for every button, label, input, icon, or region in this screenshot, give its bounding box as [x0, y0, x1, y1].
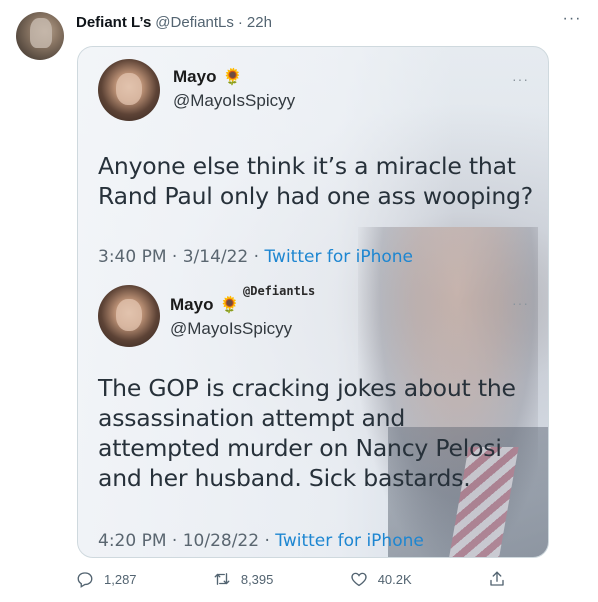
quoted-time-1: 3:40 PM · 3/14/22 ·: [98, 247, 265, 267]
like-button[interactable]: 40.2K: [350, 570, 412, 588]
quoted-avatar-1: [98, 59, 160, 121]
quoted-meta-2: 4:20 PM · 10/28/22 · Twitter for iPhone: [98, 531, 424, 551]
quoted-name-1: Mayo 🌻: [173, 67, 242, 87]
retweet-button[interactable]: 8,395: [213, 570, 274, 588]
author-avatar[interactable]: [16, 12, 64, 60]
tweet-actions: 1,287 8,395 40.2K: [76, 568, 506, 590]
quoted-more-icon-2: ···: [512, 295, 529, 311]
share-icon: [490, 571, 504, 586]
like-count: 40.2K: [377, 571, 412, 587]
share-button[interactable]: [488, 570, 506, 588]
reply-button[interactable]: 1,287: [76, 570, 137, 588]
tweet[interactable]: Defiant L’s @DefiantLs · 22h ··· Mayo 🌻 …: [0, 0, 598, 602]
tweet-image[interactable]: Mayo 🌻 @MayoIsSpicyy ··· Anyone else thi…: [77, 46, 549, 558]
reply-count: 1,287: [104, 571, 137, 587]
sunflower-icon: 🌻: [219, 297, 240, 314]
reply-icon: [77, 572, 93, 588]
quoted-source-2: Twitter for iPhone: [275, 531, 424, 551]
quoted-source-1: Twitter for iPhone: [264, 247, 414, 267]
sunflower-icon: 🌻: [222, 69, 243, 86]
quoted-text-2: The GOP is cracking jokes about the assa…: [98, 374, 516, 492]
tweet-timestamp[interactable]: 22h: [247, 14, 272, 31]
more-icon[interactable]: ···: [562, 11, 582, 32]
quoted-name-text-2: Mayo: [170, 295, 214, 314]
quoted-meta-1: 3:40 PM · 3/14/22 · Twitter for iPhone: [98, 247, 413, 267]
heart-icon: [351, 572, 367, 587]
quoted-avatar-2: [98, 285, 160, 347]
quoted-handle-1: @MayoIsSpicyy: [173, 91, 296, 110]
retweet-count: 8,395: [240, 571, 274, 587]
author-handle[interactable]: @DefiantLs: [155, 14, 234, 31]
separator-dot: ·: [237, 13, 243, 31]
quoted-handle-2: @MayoIsSpicyy: [170, 319, 293, 338]
quoted-name-text-1: Mayo: [173, 67, 217, 86]
author-name[interactable]: Defiant L’s: [76, 14, 151, 31]
quoted-name-2: Mayo 🌻: [170, 295, 239, 315]
quoted-more-icon-1: ···: [512, 71, 529, 87]
quoted-time-2: 4:20 PM · 10/28/22 ·: [98, 531, 276, 551]
image-watermark: @DefiantLs: [243, 284, 316, 298]
quoted-text-1: Anyone else think it’s a miracle that Ra…: [98, 152, 534, 210]
tweet-header: Defiant L’s @DefiantLs · 22h: [76, 12, 582, 32]
retweet-icon: [214, 573, 230, 585]
